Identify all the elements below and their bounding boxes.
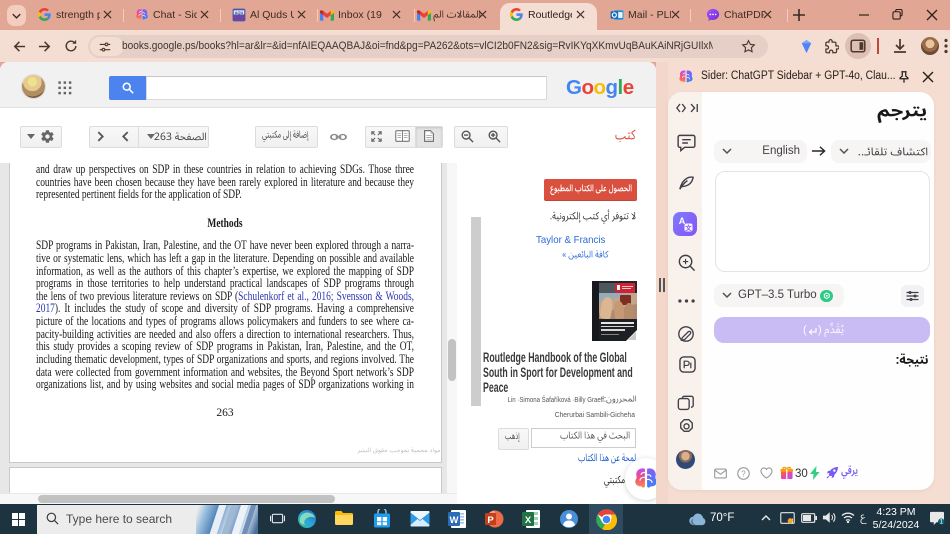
svg-text:?: ? (741, 469, 746, 478)
svg-text:AQU: AQU (235, 11, 244, 15)
svg-text:文: 文 (684, 223, 692, 232)
svg-text:W: W (450, 515, 459, 526)
svg-text:P: P (487, 515, 494, 526)
svg-text:X: X (525, 515, 532, 526)
